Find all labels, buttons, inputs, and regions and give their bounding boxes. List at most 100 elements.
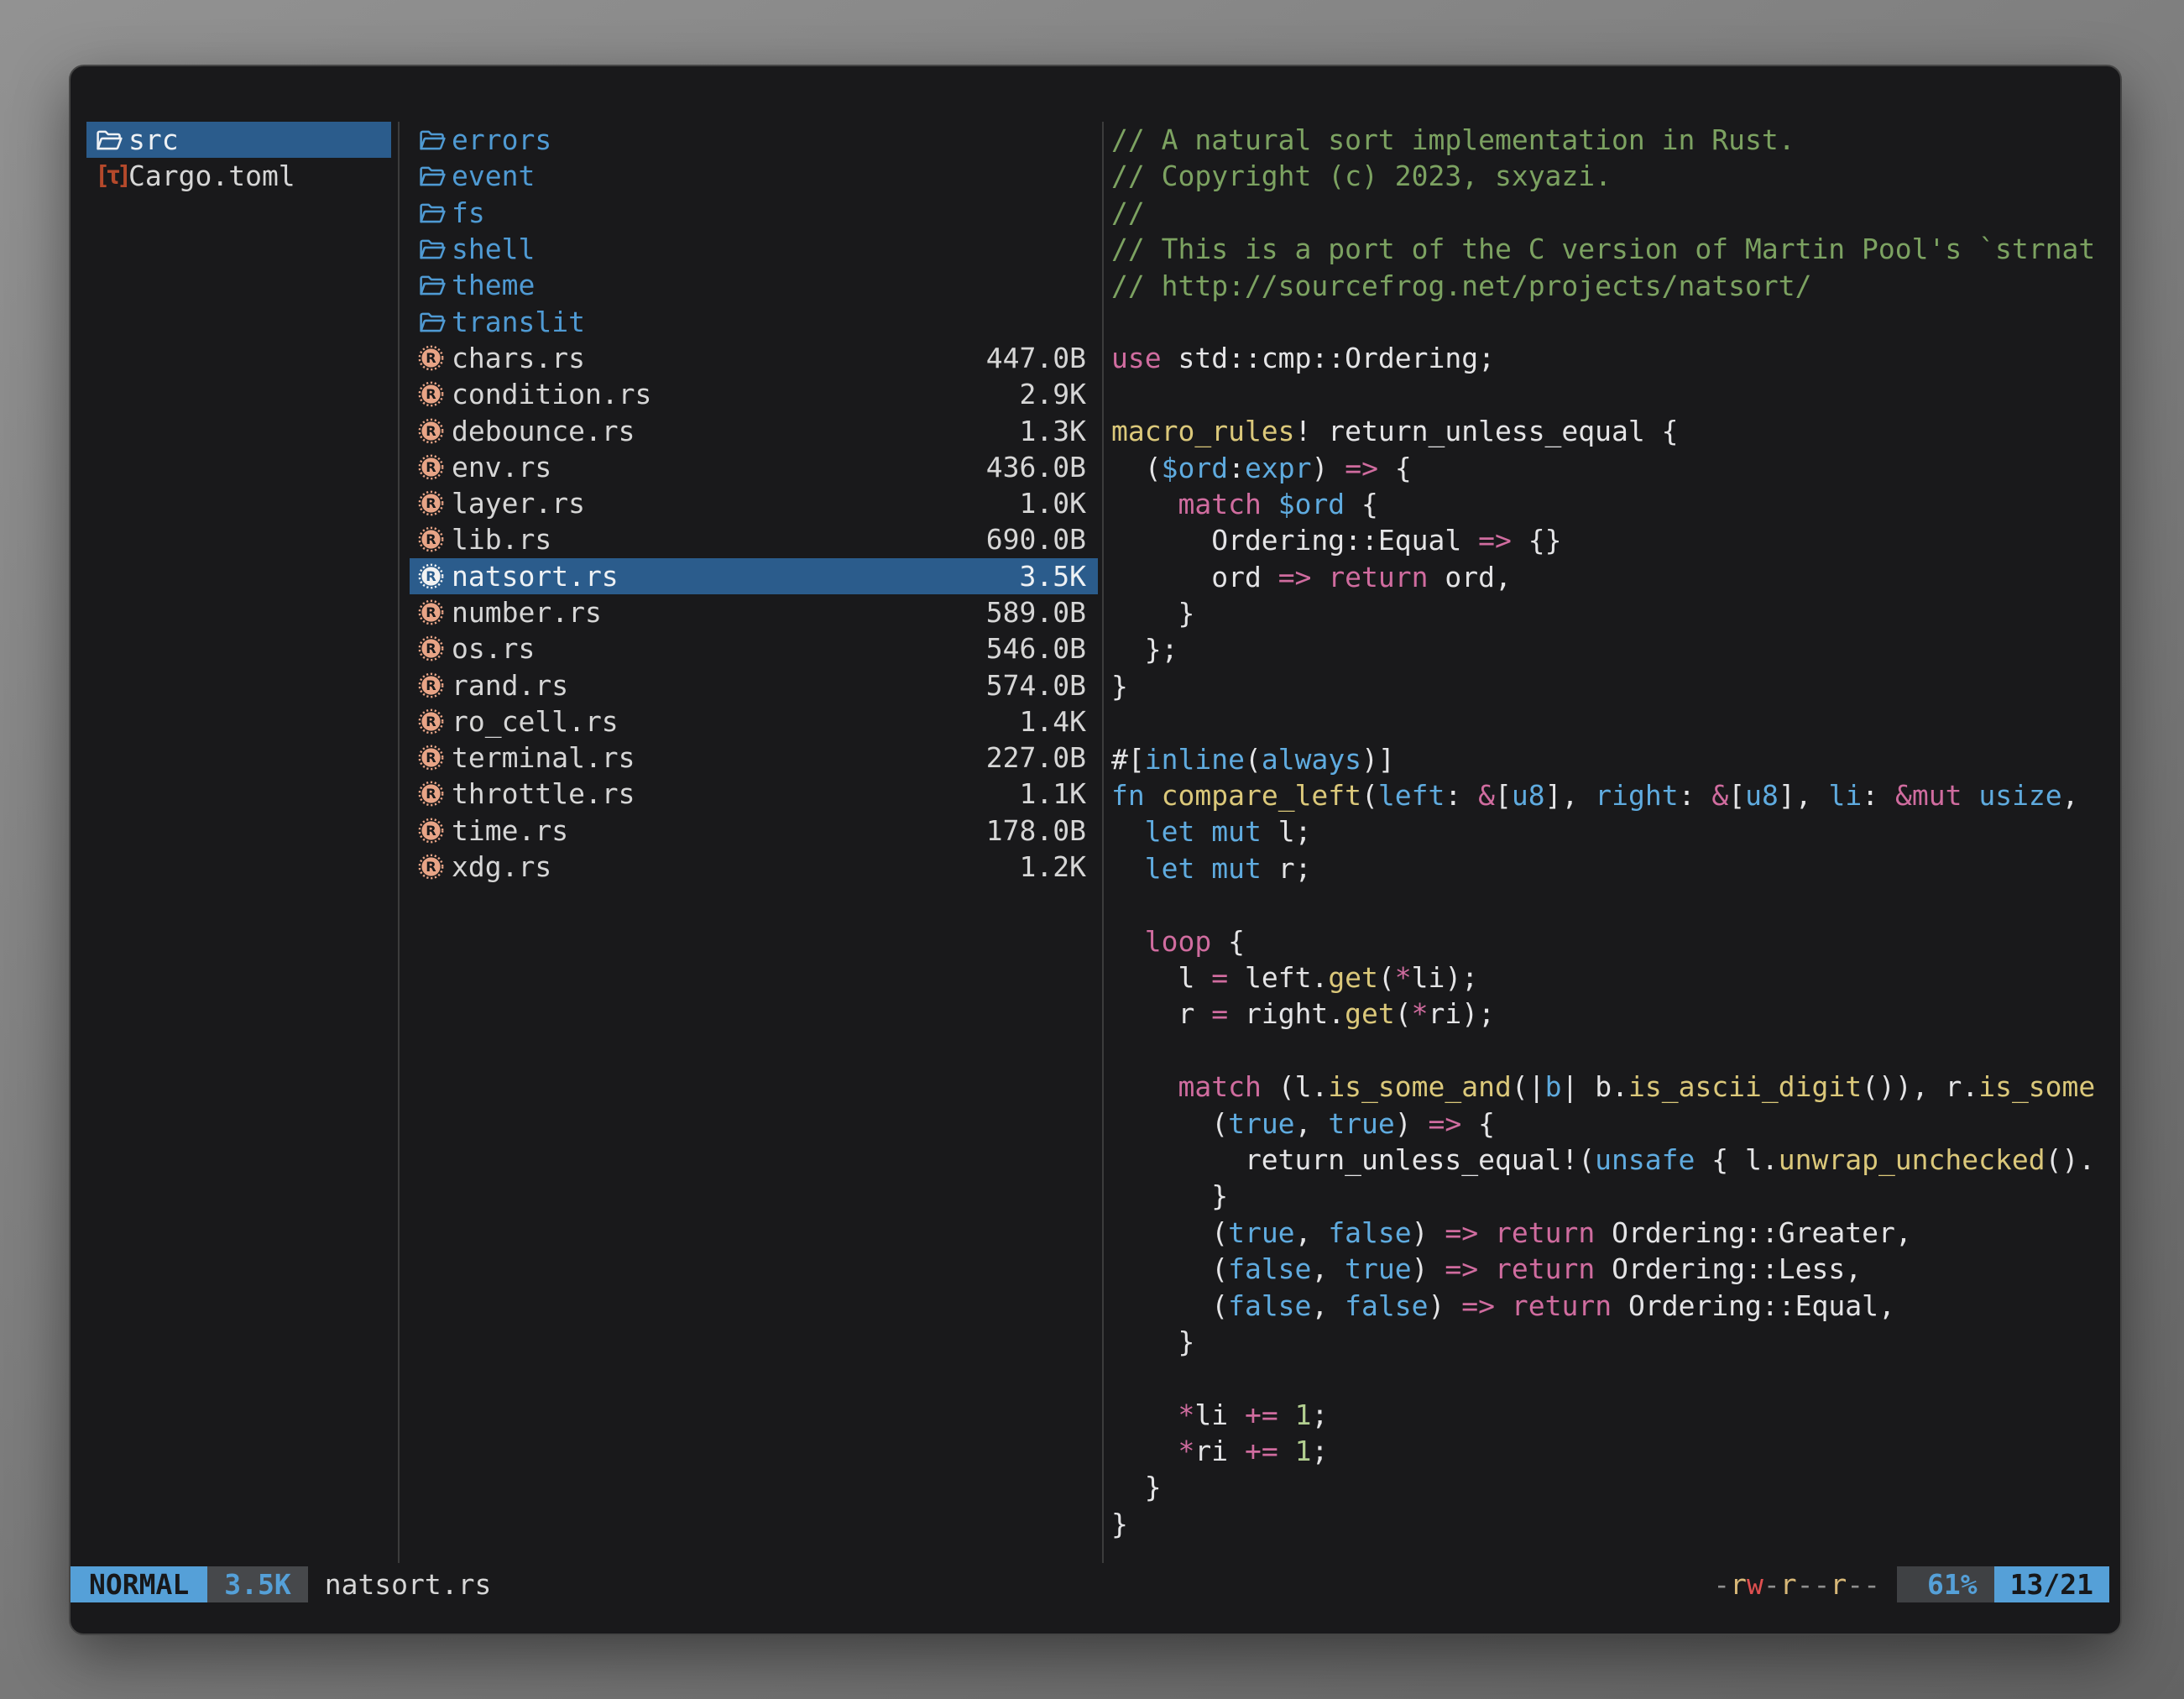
code-line: // <box>1111 195 2120 231</box>
svg-text:R: R <box>426 459 436 475</box>
file-name: translit <box>452 306 585 338</box>
rust-file-icon: R <box>418 745 452 771</box>
file-row[interactable]: Rterminal.rs227.0B <box>410 740 1098 776</box>
file-size: 1.0K <box>1020 487 1089 520</box>
parent-directory-panel: src[τ]Cargo.toml <box>86 122 391 195</box>
rust-file-icon: R <box>418 418 452 444</box>
file-name: debounce.rs <box>452 415 635 447</box>
svg-text:R: R <box>426 568 436 584</box>
file-size: 3.5K <box>1020 560 1089 593</box>
file-size: 1.3K <box>1020 415 1089 447</box>
svg-text:R: R <box>426 714 436 729</box>
rust-file-icon: R <box>418 345 452 371</box>
svg-text:R: R <box>426 532 436 548</box>
code-line: } <box>1111 595 2120 631</box>
folder-row[interactable]: fs <box>410 195 1098 231</box>
code-line <box>1111 886 2120 923</box>
selected-file-size: 3.5K <box>207 1566 307 1602</box>
file-name: terminal.rs <box>452 741 635 774</box>
folder-row[interactable]: theme <box>410 267 1098 303</box>
rust-file-icon: R <box>418 635 452 661</box>
toml-file-icon: [τ] <box>95 161 128 191</box>
code-line: *ri += 1; <box>1111 1433 2120 1469</box>
code-line: *li += 1; <box>1111 1397 2120 1433</box>
file-size: 1.2K <box>1020 850 1089 883</box>
folder-row[interactable]: src <box>86 122 391 158</box>
code-line: loop { <box>1111 923 2120 959</box>
open-folder-icon <box>418 200 452 226</box>
file-row[interactable]: Rro_cell.rs 1.4K <box>410 703 1098 740</box>
file-name: number.rs <box>452 596 602 629</box>
folder-row[interactable]: errors <box>410 122 1098 158</box>
file-row[interactable]: Rrand.rs574.0B <box>410 667 1098 703</box>
svg-text:R: R <box>426 386 436 402</box>
file-size: 546.0B <box>986 632 1089 665</box>
file-name: event <box>452 159 535 192</box>
file-row[interactable]: Rchars.rs447.0B <box>410 340 1098 376</box>
svg-text:R: R <box>426 750 436 766</box>
file-row[interactable]: Rthrottle.rs1.1K <box>410 776 1098 812</box>
code-line: // A natural sort implementation in Rust… <box>1111 122 2120 158</box>
rust-file-icon: R <box>418 818 452 844</box>
file-size: 447.0B <box>986 342 1089 374</box>
status-bar: NORMAL 3.5K natsort.rs -rw-r--r-- 61% 13… <box>71 1566 2120 1602</box>
code-line: r = right.get(*ri); <box>1111 996 2120 1032</box>
open-folder-icon <box>418 163 452 189</box>
file-row[interactable]: Rlayer.rs1.0K <box>410 485 1098 521</box>
code-line <box>1111 304 2120 340</box>
code-line <box>1111 704 2120 740</box>
code-line: // This is a port of the C version of Ma… <box>1111 231 2120 267</box>
file-row[interactable]: Rtime.rs178.0B <box>410 813 1098 849</box>
file-size: 1.4K <box>1020 705 1089 738</box>
rust-file-icon: R <box>418 526 452 552</box>
file-row[interactable]: Rlib.rs690.0B <box>410 521 1098 557</box>
code-line: } <box>1111 1469 2120 1505</box>
file-name: fs <box>452 196 485 229</box>
file-row[interactable]: Rnatsort.rs3.5K <box>410 558 1098 594</box>
file-name: errors <box>452 123 551 156</box>
mode-badge: NORMAL <box>71 1566 207 1602</box>
code-line: fn compare_left(left: &[u8], right: &[u8… <box>1111 777 2120 813</box>
code-line: ord => return ord, <box>1111 559 2120 595</box>
file-row[interactable]: [τ]Cargo.toml <box>86 158 391 194</box>
yazi-file-manager-window: src[τ]Cargo.toml errorsevent fs shelltheme… <box>69 65 2122 1635</box>
rust-file-icon: R <box>418 381 452 407</box>
file-name: throttle.rs <box>452 777 635 810</box>
file-row[interactable]: Rcondition.rs2.9K <box>410 376 1098 412</box>
svg-text:R: R <box>426 859 436 875</box>
rust-file-icon: R <box>418 454 452 480</box>
code-line <box>1111 1360 2120 1396</box>
folder-row[interactable]: event <box>410 158 1098 194</box>
rust-file-icon: R <box>418 708 452 734</box>
file-name: ro_cell.rs <box>452 705 619 738</box>
svg-text:R: R <box>426 640 436 656</box>
code-line: (true, true) => { <box>1111 1106 2120 1142</box>
file-permissions: -rw-r--r-- <box>1713 1566 1880 1602</box>
code-line: l = left.get(*li); <box>1111 959 2120 996</box>
code-line: match (l.is_some_and(|b| b.is_ascii_digi… <box>1111 1069 2120 1105</box>
rust-file-icon: R <box>418 563 452 589</box>
file-name: shell <box>452 233 535 265</box>
file-name: time.rs <box>452 814 568 847</box>
code-line: match $ord { <box>1111 486 2120 522</box>
file-name: env.rs <box>452 451 551 484</box>
code-line: } <box>1111 1506 2120 1542</box>
file-row[interactable]: Rnumber.rs589.0B <box>410 594 1098 630</box>
svg-text:R: R <box>426 823 436 839</box>
code-line: (false, true) => return Ordering::Less, <box>1111 1251 2120 1287</box>
file-preview-panel: // A natural sort implementation in Rust… <box>1111 122 2120 1542</box>
file-row[interactable]: Rdebounce.rs 1.3K <box>410 412 1098 448</box>
file-row[interactable]: Renv.rs436.0B <box>410 449 1098 485</box>
folder-row[interactable]: shell <box>410 231 1098 267</box>
status-bar-right: -rw-r--r-- 61% 13/21 <box>1713 1566 2109 1602</box>
file-row[interactable]: Rxdg.rs1.2K <box>410 849 1098 885</box>
svg-text:R: R <box>426 787 436 802</box>
svg-text:R: R <box>426 677 436 693</box>
code-line: let mut l; <box>1111 813 2120 850</box>
folder-row[interactable]: translit <box>410 303 1098 339</box>
file-size: 690.0B <box>986 523 1089 556</box>
scroll-percent-badge: 61% <box>1897 1566 1994 1602</box>
code-line <box>1111 1032 2120 1069</box>
file-row[interactable]: Ros.rs546.0B <box>410 630 1098 667</box>
code-line: // http://sourcefrog.net/projects/natsor… <box>1111 268 2120 304</box>
